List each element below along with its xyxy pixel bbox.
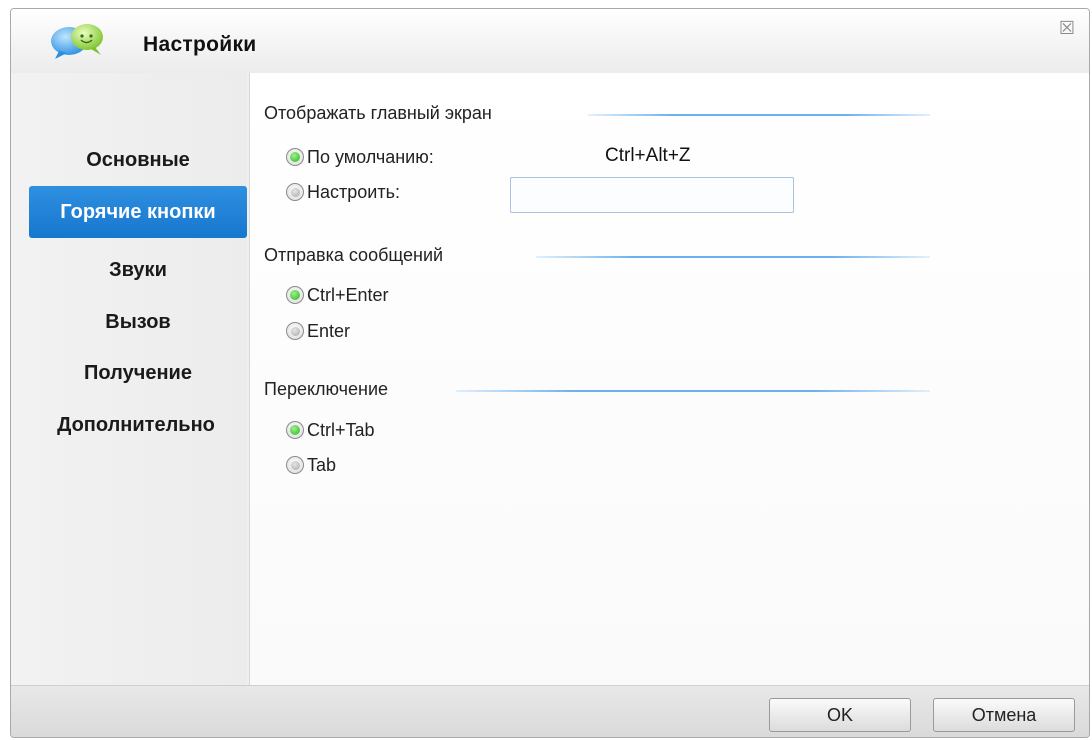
sidebar-item-sounds[interactable]: Звуки [29, 244, 247, 296]
group-divider [456, 390, 930, 392]
sidebar-item-advanced[interactable]: Дополнительно [25, 399, 247, 451]
hotkeys-panel: Отображать главный экран По умолчанию: C… [249, 73, 1089, 685]
radio-label: Ctrl+Tab [307, 419, 375, 440]
radio-send-enter[interactable]: Enter [286, 319, 350, 343]
radio-on-icon[interactable] [286, 148, 304, 166]
radio-label: Ctrl+Enter [307, 284, 389, 305]
default-shortcut-value: Ctrl+Alt+Z [605, 145, 691, 166]
title-bar: Настройки ☒ [11, 9, 1089, 73]
sidebar-item-call[interactable]: Вызов [29, 296, 247, 348]
close-icon[interactable]: ☒ [1059, 19, 1075, 37]
settings-sidebar: Основные Горячие кнопки Звуки Вызов Полу… [11, 73, 247, 685]
ok-button[interactable]: OK [769, 698, 911, 732]
radio-off-icon[interactable] [286, 322, 304, 340]
radio-label: Enter [307, 320, 351, 341]
radio-label: Tab [307, 454, 337, 475]
chat-bubbles-icon [51, 24, 103, 59]
radio-show-custom[interactable]: Настроить: [286, 180, 400, 204]
radio-on-icon[interactable] [286, 421, 304, 439]
sidebar-item-general[interactable]: Основные [29, 134, 247, 186]
cancel-button[interactable]: Отмена [933, 698, 1075, 732]
sidebar-item-hotkeys[interactable]: Горячие кнопки [29, 186, 247, 238]
radio-off-icon[interactable] [286, 183, 304, 201]
radio-off-icon[interactable] [286, 456, 304, 474]
radio-send-ctrl-enter[interactable]: Ctrl+Enter [286, 283, 389, 307]
window-title: Настройки [143, 33, 257, 56]
group-title-show-main: Отображать главный экран [264, 103, 492, 123]
group-title-send: Отправка сообщений [264, 245, 444, 265]
sidebar-item-receive[interactable]: Получение [29, 347, 247, 399]
settings-window: Настройки ☒ Основные Горячие кнопки Звук… [10, 8, 1090, 738]
radio-switch-ctrl-tab[interactable]: Ctrl+Tab [286, 418, 375, 442]
radio-label: По умолчанию: [307, 146, 434, 167]
custom-shortcut-input[interactable] [510, 177, 794, 213]
radio-show-default[interactable]: По умолчанию: [286, 145, 434, 169]
group-title-switch: Переключение [264, 379, 389, 399]
radio-switch-tab[interactable]: Tab [286, 453, 336, 477]
dialog-footer: OK Отмена [11, 685, 1089, 737]
radio-on-icon[interactable] [286, 286, 304, 304]
radio-label: Настроить: [307, 181, 400, 202]
group-divider [536, 256, 930, 258]
group-divider [588, 114, 930, 116]
